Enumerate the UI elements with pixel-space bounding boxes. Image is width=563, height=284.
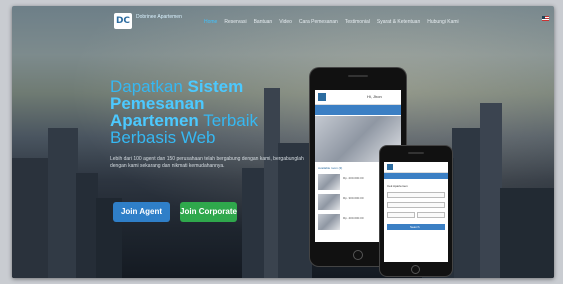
nav-item-reservasi[interactable]: Reservasi [224, 19, 246, 25]
hero-headline: Dapatkan Sistem Pemesanan Apartemen Terb… [110, 77, 259, 147]
browser-frame: DC Dobrinee Apartemen Home Reservasi Ban… [12, 6, 554, 278]
hero-description: Lebih dari 100 agent dan 150 perusahaan … [110, 156, 304, 169]
nav-item-cara-pemesanan[interactable]: Cara Pemesanan [299, 19, 338, 25]
room-price-3: Rp. 400.000.00 [343, 216, 364, 220]
app-logo-icon-small [387, 164, 393, 170]
room-price-2: Rp. 300.000.00 [343, 196, 364, 200]
user-greeting: Hi, Jhon [367, 94, 382, 99]
join-agent-button[interactable]: Join Agent [113, 202, 170, 222]
nav-item-testimonial[interactable]: Testimonial [345, 19, 370, 25]
phone-mockup-small: Cek Apartemen Search [380, 146, 452, 276]
brand-name[interactable]: Dobrinee Apartemen [136, 14, 184, 20]
phone-small-screen: Cek Apartemen Search [384, 162, 448, 262]
search-field[interactable] [387, 192, 445, 198]
nav-item-bantuan[interactable]: Bantuan [254, 19, 273, 25]
nav-item-home[interactable]: Home [204, 19, 217, 25]
join-corporate-button[interactable]: Join Corporate [180, 202, 237, 222]
us-flag-icon[interactable] [542, 16, 549, 21]
brand-logo-icon[interactable]: DC [114, 13, 132, 29]
home-button [353, 250, 363, 260]
cek-apartemen-title: Cek Apartemen [387, 184, 408, 188]
app-menu-bar [315, 105, 401, 115]
room-price-1: Rp. 200.000.00 [343, 176, 364, 180]
top-navbar: DC Dobrinee Apartemen Home Reservasi Ban… [12, 6, 554, 38]
nav-item-video[interactable]: Video [279, 19, 292, 25]
available-room-label: Available room (3) [318, 166, 343, 170]
main-menu: Home Reservasi Bantuan Video Cara Pemesa… [204, 19, 459, 25]
nav-item-hubungi-kami[interactable]: Hubungi Kami [427, 19, 458, 25]
app-logo-icon [318, 93, 326, 101]
nav-item-syarat-ketentuan[interactable]: Syarat & Ketentuan [377, 19, 420, 25]
